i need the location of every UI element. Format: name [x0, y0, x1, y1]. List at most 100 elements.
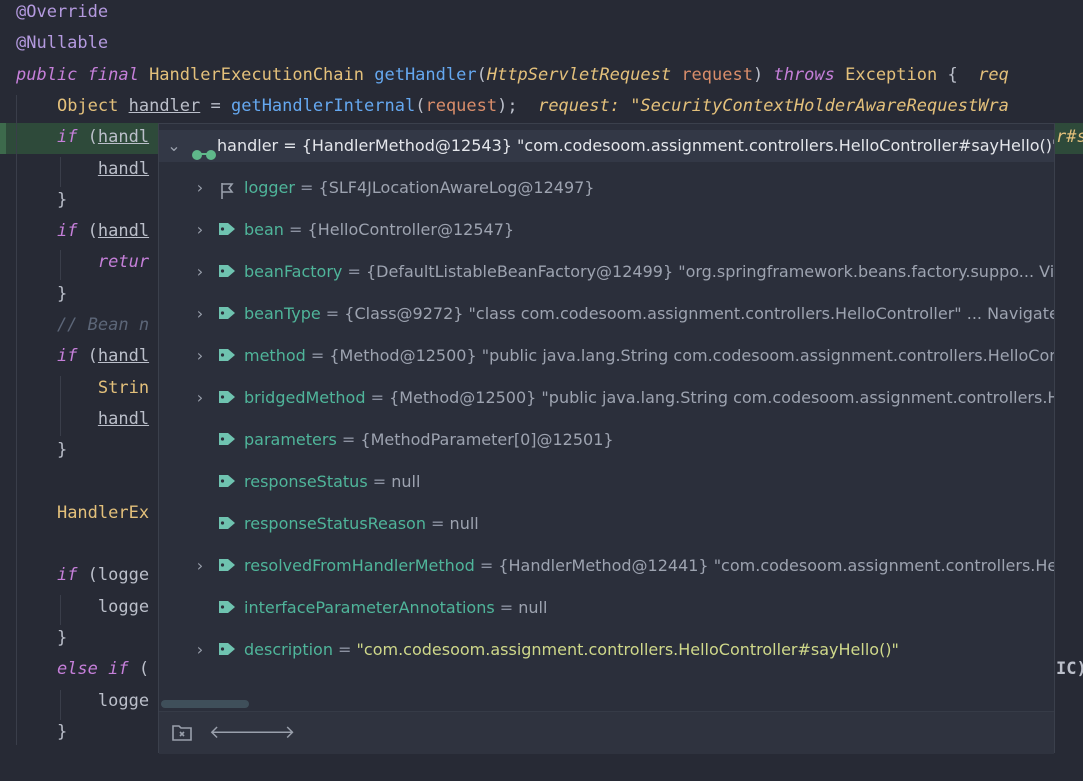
code-token: if	[56, 565, 88, 586]
chevron-down-icon[interactable]: ⌄	[167, 130, 181, 155]
code-token: handler	[128, 95, 201, 116]
field-tag-icon	[218, 348, 236, 362]
variable-row-responseStatusReason[interactable]: responseStatusReason = null	[159, 508, 1054, 540]
chevron-right-icon[interactable]: ›	[193, 214, 207, 239]
field-tag-icon	[218, 474, 236, 488]
code-token: (	[476, 64, 487, 85]
variable-row-parameters[interactable]: parameters = {MethodParameter[0]@12501}	[159, 424, 1054, 456]
code-token: }	[16, 189, 68, 210]
chevron-right-icon[interactable]: ›	[193, 382, 207, 407]
code-token: request	[681, 64, 753, 85]
field-value: {HandlerMethod@12441} "com.codesoom.assi…	[498, 556, 1054, 575]
chevron-right-icon[interactable]: ›	[193, 634, 207, 659]
chevron-right-icon[interactable]: ›	[193, 256, 207, 281]
code-token: );	[497, 95, 539, 116]
indent-guide	[60, 376, 61, 436]
indent-guide	[60, 595, 61, 625]
code-token: (	[87, 221, 98, 242]
code-token: throws	[773, 64, 846, 85]
field-name: bean	[244, 220, 284, 239]
field-name: method	[244, 346, 306, 365]
field-value: {SLF4JLocationAwareLog@12497}	[318, 178, 595, 197]
variable-row-beanFactory[interactable]: › beanFactory = {DefaultListableBeanFacto…	[159, 256, 1054, 288]
field-value: "com.codesoom.assignment.controllers.Hel…	[356, 640, 899, 659]
variable-row-method[interactable]: › method = {Method@12500} "public java.la…	[159, 340, 1054, 372]
code-token: HandlerEx	[56, 502, 150, 523]
variable-row-bridgedMethod[interactable]: › bridgedMethod = {Method@12500} "public …	[159, 382, 1054, 414]
field-name: parameters	[244, 430, 337, 449]
code-token: else if	[56, 659, 139, 680]
code-token: }	[16, 283, 68, 304]
chevron-right-icon[interactable]: ›	[193, 172, 207, 197]
code-token: request: "SecurityContextHolderAwareRequ…	[538, 95, 1009, 116]
field-name: logger	[244, 178, 295, 197]
chevron-right-icon[interactable]: ›	[193, 340, 207, 365]
field-tag-icon	[218, 516, 236, 530]
code-line[interactable]: Object handler = getHandlerInternal(requ…	[0, 92, 1083, 123]
code-line[interactable]: @Nullable	[0, 29, 1083, 60]
code-token: handl	[97, 127, 150, 148]
variable-row-logger[interactable]: › logger = {SLF4JLocationAwareLog@12497}	[159, 172, 1054, 204]
chevron-right-icon[interactable]: ›	[193, 550, 207, 575]
indent-guide	[60, 250, 61, 280]
field-name: bridgedMethod	[244, 388, 366, 407]
code-token: r#s	[1056, 127, 1083, 148]
root-variable-value: {HandlerMethod@12543} "com.codesoom.assi…	[301, 136, 1054, 155]
code-token: Strin	[97, 377, 150, 398]
field-name: responseStatus	[244, 472, 368, 491]
field-tag-icon	[218, 390, 236, 404]
code-token: {	[947, 64, 979, 85]
code-token: handl	[97, 221, 150, 242]
code-token: HandlerExecutionChain	[149, 64, 375, 85]
debugger-value-popup: ⌄ handler = {HandlerMethod@12543} "com.c…	[158, 123, 1055, 754]
field-value: {Method@12500} "public java.lang.String …	[329, 346, 1054, 365]
back-arrow-icon[interactable]: 🡐	[209, 722, 257, 744]
field-tag-icon	[218, 306, 236, 320]
code-token: (	[87, 346, 98, 367]
popup-root-row[interactable]: ⌄ handler = {HandlerMethod@12543} "com.c…	[159, 130, 1054, 162]
variable-row-responseStatus[interactable]: responseStatus = null	[159, 466, 1054, 498]
code-token: if	[56, 127, 88, 148]
chevron-right-icon[interactable]: ›	[193, 298, 207, 323]
code-token: }	[16, 721, 68, 742]
watch-glasses-icon	[190, 140, 218, 160]
variable-row-bean[interactable]: › bean = {HelloController@12547}	[159, 214, 1054, 246]
variable-row-description[interactable]: › description = "com.codesoom.assignment.…	[159, 634, 1054, 666]
field-name: resolvedFromHandlerMethod	[244, 556, 475, 575]
code-token: getHandler	[374, 64, 477, 85]
code-token: )	[752, 64, 774, 85]
code-line[interactable]: @Override	[0, 0, 1083, 29]
forward-arrow-icon[interactable]: 🡒	[247, 722, 295, 744]
variable-row-interfaceParameterAnnotations[interactable]: interfaceParameterAnnotations = null	[159, 592, 1054, 624]
code-line[interactable]: public final HandlerExecutionChain getHa…	[0, 61, 1083, 92]
code-token: logge	[97, 690, 150, 711]
code-token: @Override	[16, 2, 109, 22]
field-value: {MethodParameter[0]@12501}	[360, 430, 614, 449]
code-token: handl	[97, 408, 150, 429]
field-name: description	[244, 640, 333, 659]
code-token: handl	[97, 346, 150, 367]
code-token: (	[87, 127, 98, 148]
code-token: Object	[56, 95, 129, 116]
code-token: getHandlerInternal	[230, 95, 416, 116]
variable-row-resolvedFromHandlerMethod[interactable]: › resolvedFromHandlerMethod = {HandlerMet…	[159, 550, 1054, 582]
code-token: logge	[97, 565, 150, 586]
code-line-fragment: IC)	[1056, 655, 1083, 686]
popup-toolbar: 🡐 🡒	[159, 711, 1054, 754]
code-token: retur	[97, 252, 150, 273]
field-tag-icon	[218, 432, 236, 446]
variable-row-beanType[interactable]: › beanType = {Class@9272} "class com.code…	[159, 298, 1054, 330]
pin-to-editor-icon[interactable]	[171, 722, 193, 744]
horizontal-scrollbar[interactable]	[161, 700, 249, 708]
code-token: @Nullable	[16, 33, 109, 54]
